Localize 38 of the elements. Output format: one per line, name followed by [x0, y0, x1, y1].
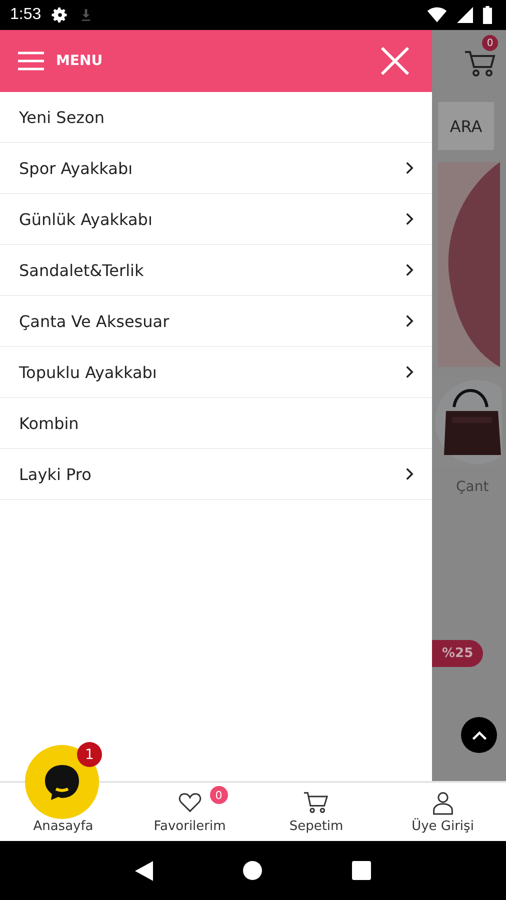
menu-item[interactable]: Günlük Ayakkabı	[0, 194, 432, 245]
chat-icon	[42, 762, 82, 802]
battery-icon	[483, 6, 492, 24]
nav-label[interactable]: Üye Girişi	[412, 819, 474, 834]
chevron-up-icon	[472, 730, 486, 740]
menu-title: MENU	[56, 53, 103, 69]
menu-item[interactable]: Spor Ayakkabı	[0, 143, 432, 194]
category-label: Çant	[456, 479, 489, 495]
cart-icon	[303, 791, 330, 815]
chevron-icon	[405, 263, 414, 277]
home-icon[interactable]	[243, 861, 262, 880]
menu-item[interactable]: Layki Pro	[0, 449, 432, 500]
favorites-count-badge: 0	[210, 786, 228, 804]
scroll-top-button[interactable]	[461, 717, 497, 753]
status-time: 1:53	[10, 6, 42, 24]
signal-icon	[457, 7, 473, 23]
chevron-icon	[405, 365, 414, 379]
chevron-icon	[405, 467, 414, 481]
nav-label[interactable]: Sepetim	[289, 819, 344, 834]
cart-count-badge: 0	[482, 35, 498, 51]
wifi-icon	[427, 7, 447, 23]
menu-icon[interactable]	[18, 51, 44, 71]
heart-icon	[178, 793, 202, 813]
cart-icon[interactable]	[464, 49, 496, 77]
menu-item[interactable]: Çanta Ve Aksesuar	[0, 296, 432, 347]
user-icon	[432, 791, 454, 815]
menu-item[interactable]: Sandalet&Terlik	[0, 245, 432, 296]
gear-icon	[51, 6, 70, 24]
menu-item[interactable]: Topuklu Ayakkabı	[0, 347, 432, 398]
nav-label[interactable]: Favorilerim	[154, 819, 226, 834]
chevron-icon	[405, 212, 414, 226]
discount-tag: %25	[432, 640, 484, 667]
close-icon[interactable]	[380, 46, 410, 76]
chevron-icon	[405, 161, 414, 175]
chevron-icon	[405, 314, 414, 328]
nav-label[interactable]: Anasayfa	[33, 819, 94, 834]
search-button[interactable]: ARA	[438, 102, 494, 150]
back-icon[interactable]	[135, 860, 153, 880]
